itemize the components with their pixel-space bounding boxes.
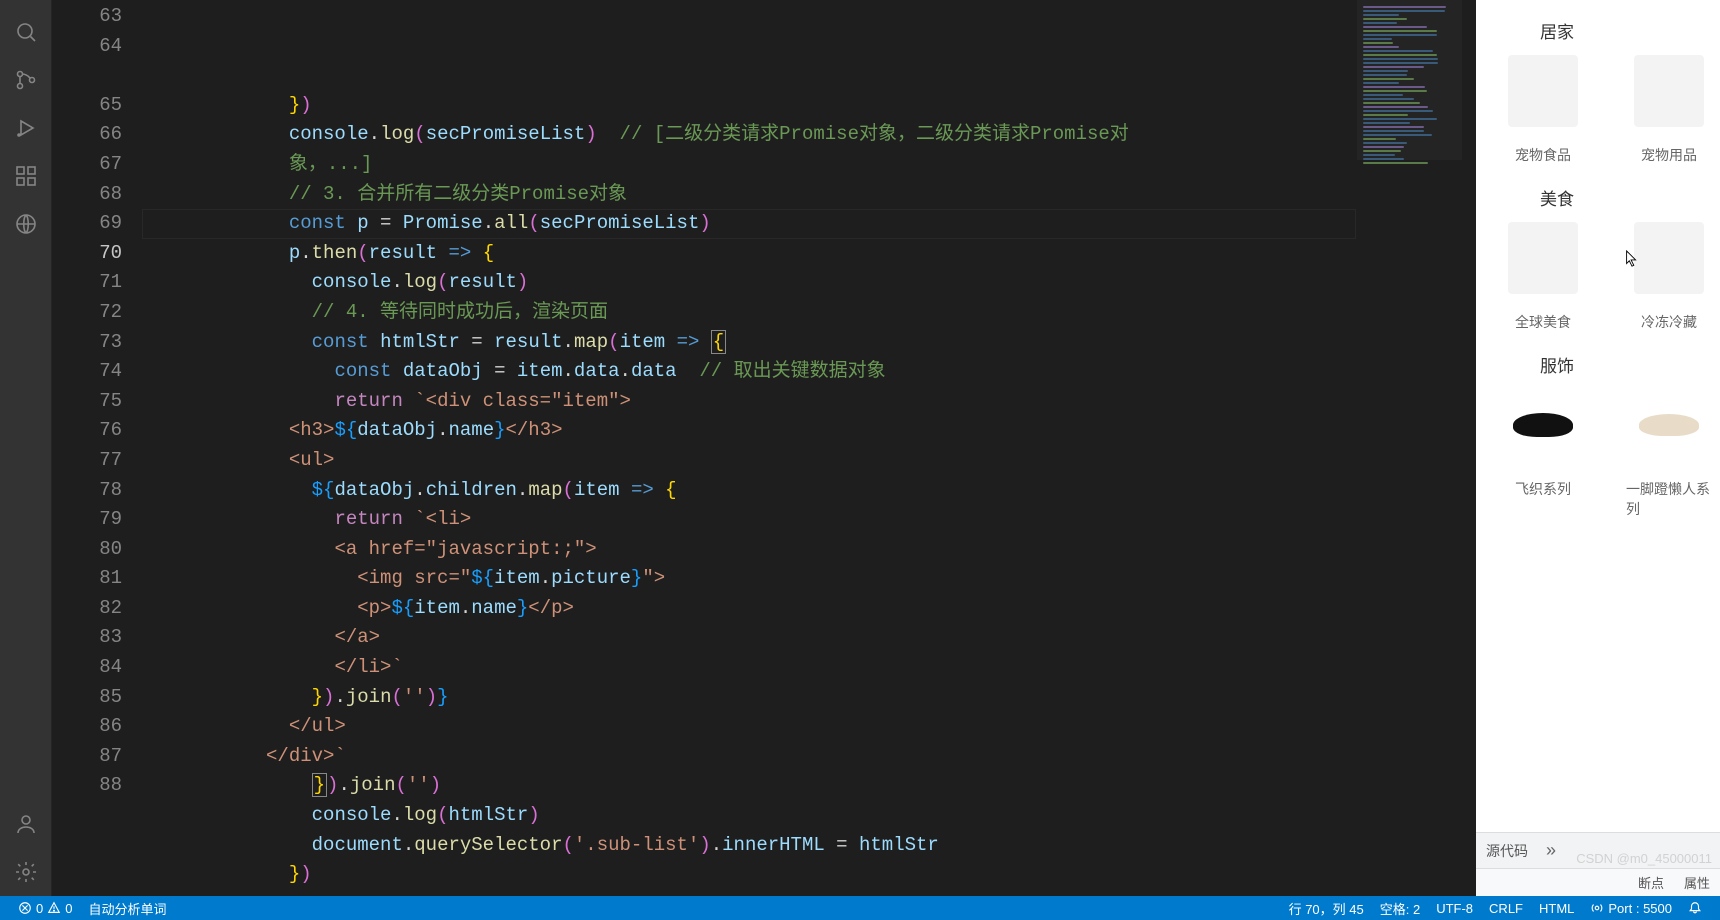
product-label: 宠物食品: [1515, 145, 1571, 165]
product-label: 飞织系列: [1515, 479, 1571, 499]
devtools-sub-props[interactable]: 属性: [1684, 873, 1710, 892]
editor[interactable]: 6364656667686970717273747576777879808182…: [52, 0, 1476, 896]
gear-icon[interactable]: [2, 848, 50, 896]
category-title: 服饰: [1540, 352, 1716, 377]
product-item[interactable]: 全球美食: [1500, 222, 1586, 332]
extensions-icon[interactable]: [2, 152, 50, 200]
product-item[interactable]: 飞织系列: [1500, 389, 1586, 519]
preview-panel: 居家 宠物食品 宠物用品 美食 全球美食 冷冻冷藏 服饰 飞织系列 一脚蹬懒人系…: [1476, 0, 1720, 896]
product-image: [1508, 389, 1578, 461]
remote-icon[interactable]: [2, 200, 50, 248]
product-image: [1634, 222, 1704, 294]
code-area[interactable]: }) console.log(secPromiseList) // [二级分类请…: [152, 0, 1356, 896]
product-item[interactable]: 宠物用品: [1626, 55, 1712, 165]
devtools-tab-more-icon[interactable]: »: [1546, 840, 1556, 861]
category-title: 美食: [1540, 185, 1716, 210]
status-auto-analyze[interactable]: 自动分析单词: [80, 896, 174, 920]
status-indentation[interactable]: 空格: 2: [1372, 896, 1428, 920]
watermark: CSDN @m0_45000011: [1576, 851, 1712, 866]
error-icon: [18, 901, 32, 915]
product-image: [1508, 222, 1578, 294]
product-image: [1634, 55, 1704, 127]
product-label: 冷冻冷藏: [1641, 312, 1697, 332]
account-icon[interactable]: [2, 800, 50, 848]
product-item[interactable]: 冷冻冷藏: [1626, 222, 1712, 332]
search-icon[interactable]: [2, 8, 50, 56]
bell-icon: [1688, 901, 1702, 915]
source-control-icon[interactable]: [2, 56, 50, 104]
devtools-tab-sources[interactable]: 源代码: [1486, 841, 1528, 861]
warning-icon: [47, 901, 61, 915]
status-errors[interactable]: 0 0: [10, 896, 80, 920]
product-row: 宠物食品 宠物用品: [1488, 55, 1716, 165]
product-label: 宠物用品: [1641, 145, 1697, 165]
status-language[interactable]: HTML: [1531, 896, 1582, 920]
status-notifications[interactable]: [1680, 896, 1710, 920]
product-image: [1634, 389, 1704, 461]
status-cursor-position[interactable]: 行 70，列 45: [1281, 896, 1372, 920]
status-bar: 0 0 自动分析单词 行 70，列 45 空格: 2 UTF-8 CRLF HT…: [0, 896, 1720, 920]
product-row: 飞织系列 一脚蹬懒人系列: [1488, 389, 1716, 519]
run-icon[interactable]: [2, 104, 50, 152]
preview-content[interactable]: 居家 宠物食品 宠物用品 美食 全球美食 冷冻冷藏 服饰 飞织系列 一脚蹬懒人系…: [1476, 0, 1720, 832]
status-eol[interactable]: CRLF: [1481, 896, 1531, 920]
line-gutter: 6364656667686970717273747576777879808182…: [52, 0, 152, 896]
status-live-server[interactable]: Port : 5500: [1582, 896, 1680, 920]
product-row: 全球美食 冷冻冷藏: [1488, 222, 1716, 332]
editor-scrollbar[interactable]: [1462, 0, 1476, 896]
status-encoding[interactable]: UTF-8: [1428, 896, 1481, 920]
devtools-subtabs: 断点 属性: [1476, 868, 1720, 896]
product-item[interactable]: 宠物食品: [1500, 55, 1586, 165]
product-item[interactable]: 一脚蹬懒人系列: [1626, 389, 1712, 519]
minimap[interactable]: [1356, 0, 1462, 896]
product-label: 全球美食: [1515, 312, 1571, 332]
minimap-lines: [1363, 6, 1456, 166]
product-image: [1508, 55, 1578, 127]
broadcast-icon: [1590, 901, 1604, 915]
activity-bar: [0, 0, 52, 896]
category-title: 居家: [1540, 18, 1716, 43]
devtools-sub-breakpoints[interactable]: 断点: [1638, 873, 1664, 892]
product-label: 一脚蹬懒人系列: [1626, 479, 1712, 519]
